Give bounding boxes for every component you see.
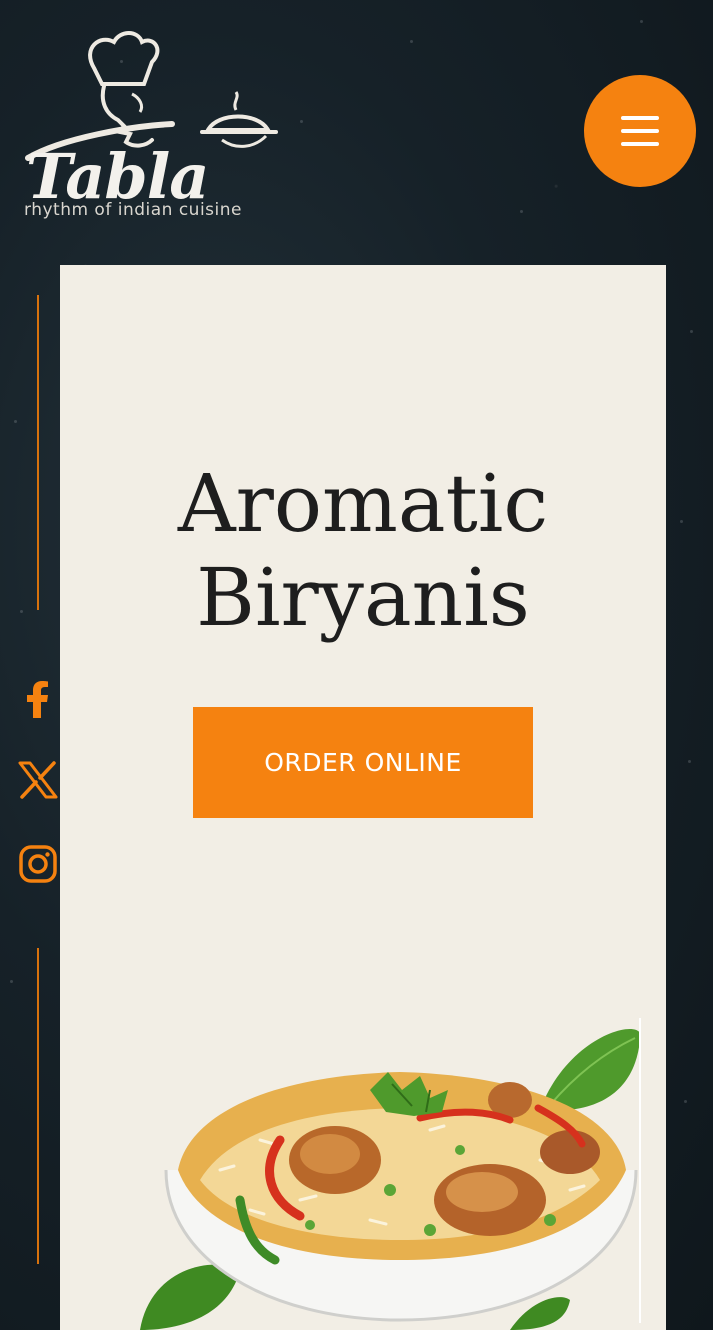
social-rail-line-bottom [37,948,39,1264]
hero-card: Aromatic Biryanis ORDER ONLINE [60,265,666,1330]
facebook-link[interactable] [16,678,60,722]
x-twitter-icon [18,761,58,799]
brand-tagline: rhythm of indian cuisine [24,200,242,220]
facebook-icon [27,681,48,718]
menu-button[interactable] [584,75,696,187]
instagram-link[interactable] [16,842,60,886]
instagram-icon [19,845,57,883]
order-online-button[interactable]: ORDER ONLINE [193,707,533,818]
hero-title-line-1: Aromatic [177,457,549,550]
hamburger-menu-icon [621,116,659,146]
brand-name: Tabla [26,140,209,213]
hero-title-line-2: Biryanis [196,551,530,644]
x-twitter-link[interactable] [16,758,60,802]
social-rail-line-top [37,295,39,610]
tabla-logo[interactable]: Tabla rhythm of indian cuisine [22,28,312,228]
site-header: Tabla rhythm of indian cuisine [0,0,713,265]
biryani-bowl-image [140,1028,641,1330]
image-edge-divider [639,1018,641,1323]
hero-title: Aromatic Biryanis [60,457,666,645]
